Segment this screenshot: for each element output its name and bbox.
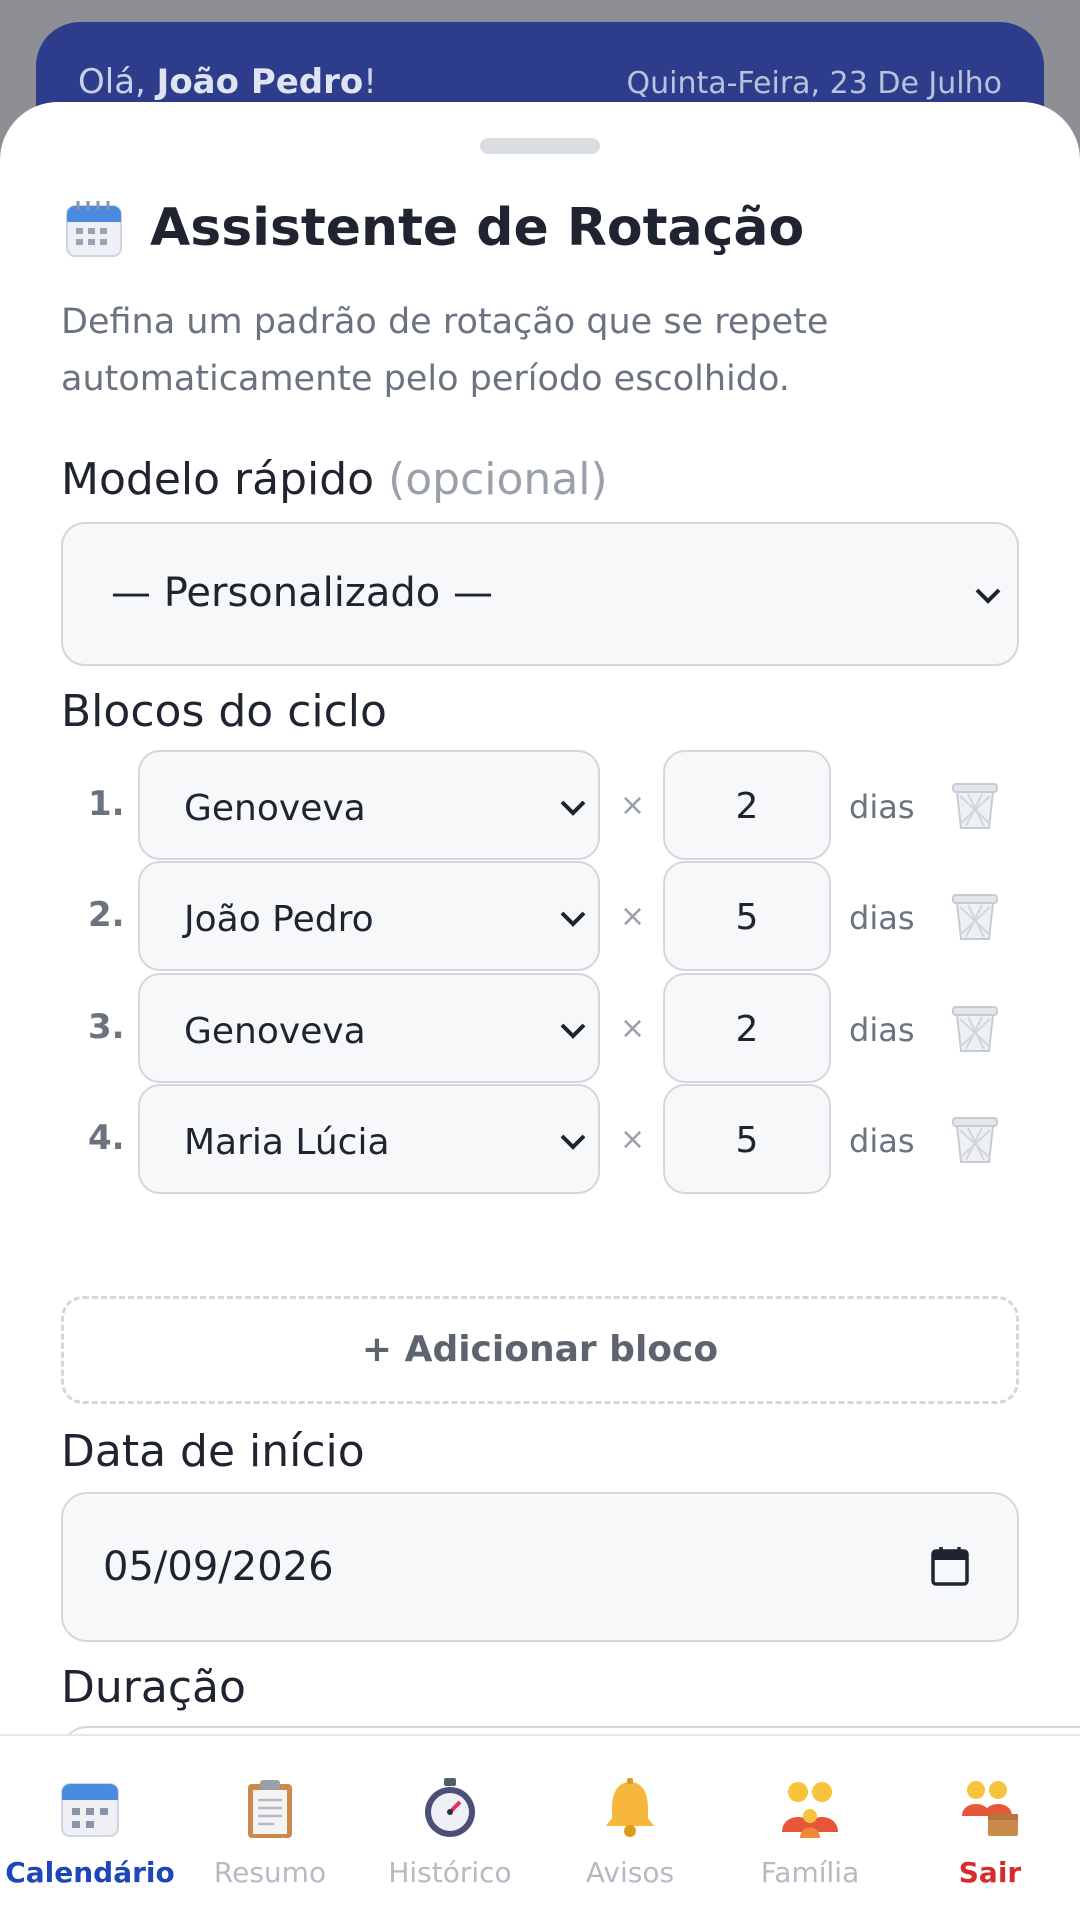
template-label: Modelo rápido (opcional) [61, 454, 608, 505]
trash-icon[interactable] [950, 891, 1000, 943]
block-person-value: Maria Lúcia [184, 1122, 390, 1163]
nav-item-logout[interactable]: Sair [900, 1736, 1080, 1920]
nav-item-family[interactable]: Família [720, 1736, 900, 1920]
chevron-down-icon [560, 800, 586, 816]
block-person-value: Genoveva [184, 1011, 366, 1052]
cycle-block-3: 3. Genoveva × 2 dias [0, 973, 1080, 1083]
days-unit: dias [849, 1011, 915, 1049]
days-unit: dias [849, 788, 915, 826]
calendar-icon [66, 201, 122, 257]
greeting: Olá, João Pedro! [78, 62, 377, 102]
nav-label: Calendário [5, 1856, 175, 1889]
cycle-block-4: 4. Maria Lúcia × 5 dias [0, 1084, 1080, 1194]
block-days-input[interactable]: 5 [663, 861, 831, 971]
nav-item-notices[interactable]: Avisos [540, 1736, 720, 1920]
chevron-down-icon [975, 588, 1001, 604]
block-days-input[interactable]: 5 [663, 1084, 831, 1194]
bottom-nav: Calendário Resumo Histórico Avisos Famíl… [0, 1734, 1080, 1920]
block-number: 2. [88, 895, 125, 935]
block-person-select[interactable]: João Pedro [138, 861, 600, 971]
cycle-block-1: 1. Genoveva × 2 dias [0, 750, 1080, 860]
nav-item-summary[interactable]: Resumo [180, 1736, 360, 1920]
add-block-button[interactable]: + Adicionar bloco [61, 1296, 1019, 1404]
bell-icon [606, 1778, 654, 1837]
current-date: Quinta-Feira, 23 De Julho [626, 66, 1002, 101]
clipboard-icon [248, 1780, 292, 1838]
days-unit: dias [849, 899, 915, 937]
optional-hint: (opcional) [388, 454, 608, 505]
multiply-sign: × [620, 788, 646, 823]
trash-icon[interactable] [950, 780, 1000, 832]
start-date-value: 05/09/2026 [103, 1544, 334, 1590]
chevron-down-icon [560, 911, 586, 927]
multiply-sign: × [620, 1122, 646, 1157]
block-person-select[interactable]: Genoveva [138, 973, 600, 1083]
multiply-sign: × [620, 899, 646, 934]
multiply-sign: × [620, 1011, 646, 1046]
rotation-wizard-sheet: Assistente de Rotação Defina um padrão d… [0, 102, 1080, 1920]
family-icon [782, 1782, 838, 1838]
block-days-input[interactable]: 2 [663, 750, 831, 860]
template-select[interactable]: — Personalizado — [61, 522, 1019, 666]
block-number: 1. [88, 784, 125, 824]
start-date-label: Data de início [61, 1426, 365, 1477]
block-person-select[interactable]: Maria Lúcia [138, 1084, 600, 1194]
sheet-title: Assistente de Rotação [150, 198, 805, 258]
nav-item-history[interactable]: Histórico [360, 1736, 540, 1920]
stopwatch-icon [425, 1778, 475, 1837]
trash-icon[interactable] [950, 1003, 1000, 1055]
cycle-block-2: 2. João Pedro × 5 dias [0, 861, 1080, 971]
calendar-icon [61, 1783, 119, 1837]
nav-label: Família [760, 1856, 860, 1889]
sheet-description: Defina um padrão de rotação que se repet… [61, 302, 829, 399]
nav-label: Avisos [585, 1856, 675, 1889]
sheet-drag-handle[interactable] [480, 138, 600, 154]
trash-icon[interactable] [950, 1114, 1000, 1166]
days-unit: dias [849, 1122, 915, 1160]
nav-label: Histórico [388, 1856, 512, 1889]
block-person-value: João Pedro [184, 899, 374, 940]
nav-label: Resumo [213, 1856, 327, 1889]
logout-people-icon [962, 1781, 1018, 1836]
calendar-picker-icon[interactable] [931, 1546, 969, 1586]
block-number: 4. [88, 1118, 125, 1158]
duration-label: Duração [61, 1662, 246, 1713]
chevron-down-icon [560, 1134, 586, 1150]
nav-item-calendar[interactable]: Calendário [0, 1736, 180, 1920]
block-person-value: Genoveva [184, 788, 366, 829]
user-name: João Pedro [156, 62, 364, 102]
chevron-down-icon [560, 1023, 586, 1039]
block-person-select[interactable]: Genoveva [138, 750, 600, 860]
blocks-label: Blocos do ciclo [61, 686, 387, 737]
nav-label: Sair [958, 1856, 1022, 1889]
block-days-input[interactable]: 2 [663, 973, 831, 1083]
start-date-input[interactable]: 05/09/2026 [61, 1492, 1019, 1642]
block-number: 3. [88, 1007, 125, 1047]
sheet-header: Assistente de Rotação [64, 198, 804, 258]
template-select-value: — Personalizado — [111, 570, 493, 616]
